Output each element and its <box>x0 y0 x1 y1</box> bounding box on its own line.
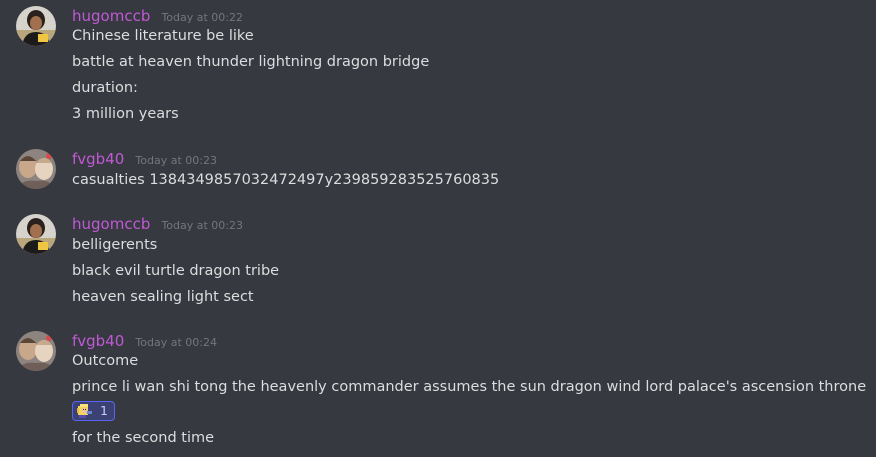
message-text: prince li wan shi tong the heavenly comm… <box>72 379 867 395</box>
message-text: Outcome <box>72 353 139 369</box>
timestamp: Today at 00:22 <box>161 11 243 24</box>
timestamp: Today at 00:23 <box>161 219 243 232</box>
avatar-hugomccb[interactable] <box>16 6 56 46</box>
message-header: fvgb40 Today at 00:23 <box>72 149 217 169</box>
pixel-character-emoji-icon <box>76 403 93 419</box>
message-text: heaven sealing light sect <box>72 289 254 305</box>
message-header: hugomccb Today at 00:23 <box>72 214 243 234</box>
timestamp: Today at 00:23 <box>135 154 217 167</box>
timestamp: Today at 00:24 <box>135 336 217 349</box>
message-text: Chinese literature be like <box>72 28 254 44</box>
username[interactable]: fvgb40 <box>72 332 124 350</box>
reaction-count: 1 <box>100 403 108 418</box>
message-header: hugomccb Today at 00:22 <box>72 6 243 26</box>
avatar-fvgb40[interactable] <box>16 149 56 189</box>
message-text: for the second time <box>72 430 215 446</box>
message-header: fvgb40 Today at 00:24 <box>72 331 217 351</box>
message-text: belligerents <box>72 237 158 253</box>
avatar-hugomccb[interactable] <box>16 214 56 254</box>
message-text: black evil turtle dragon tribe <box>72 263 280 279</box>
reaction-button[interactable]: 1 <box>72 401 115 421</box>
username[interactable]: fvgb40 <box>72 150 124 168</box>
message-text: duration: <box>72 80 138 96</box>
username[interactable]: hugomccb <box>72 7 150 25</box>
avatar-fvgb40[interactable] <box>16 331 56 371</box>
message-text: casualties 1384349857032472497y239859283… <box>72 172 500 188</box>
username[interactable]: hugomccb <box>72 215 150 233</box>
message-text: battle at heaven thunder lightning drago… <box>72 54 430 70</box>
chat-messages: hugomccb Today at 00:22 Chinese literatu… <box>0 0 876 457</box>
message-text: 3 million years <box>72 106 179 122</box>
